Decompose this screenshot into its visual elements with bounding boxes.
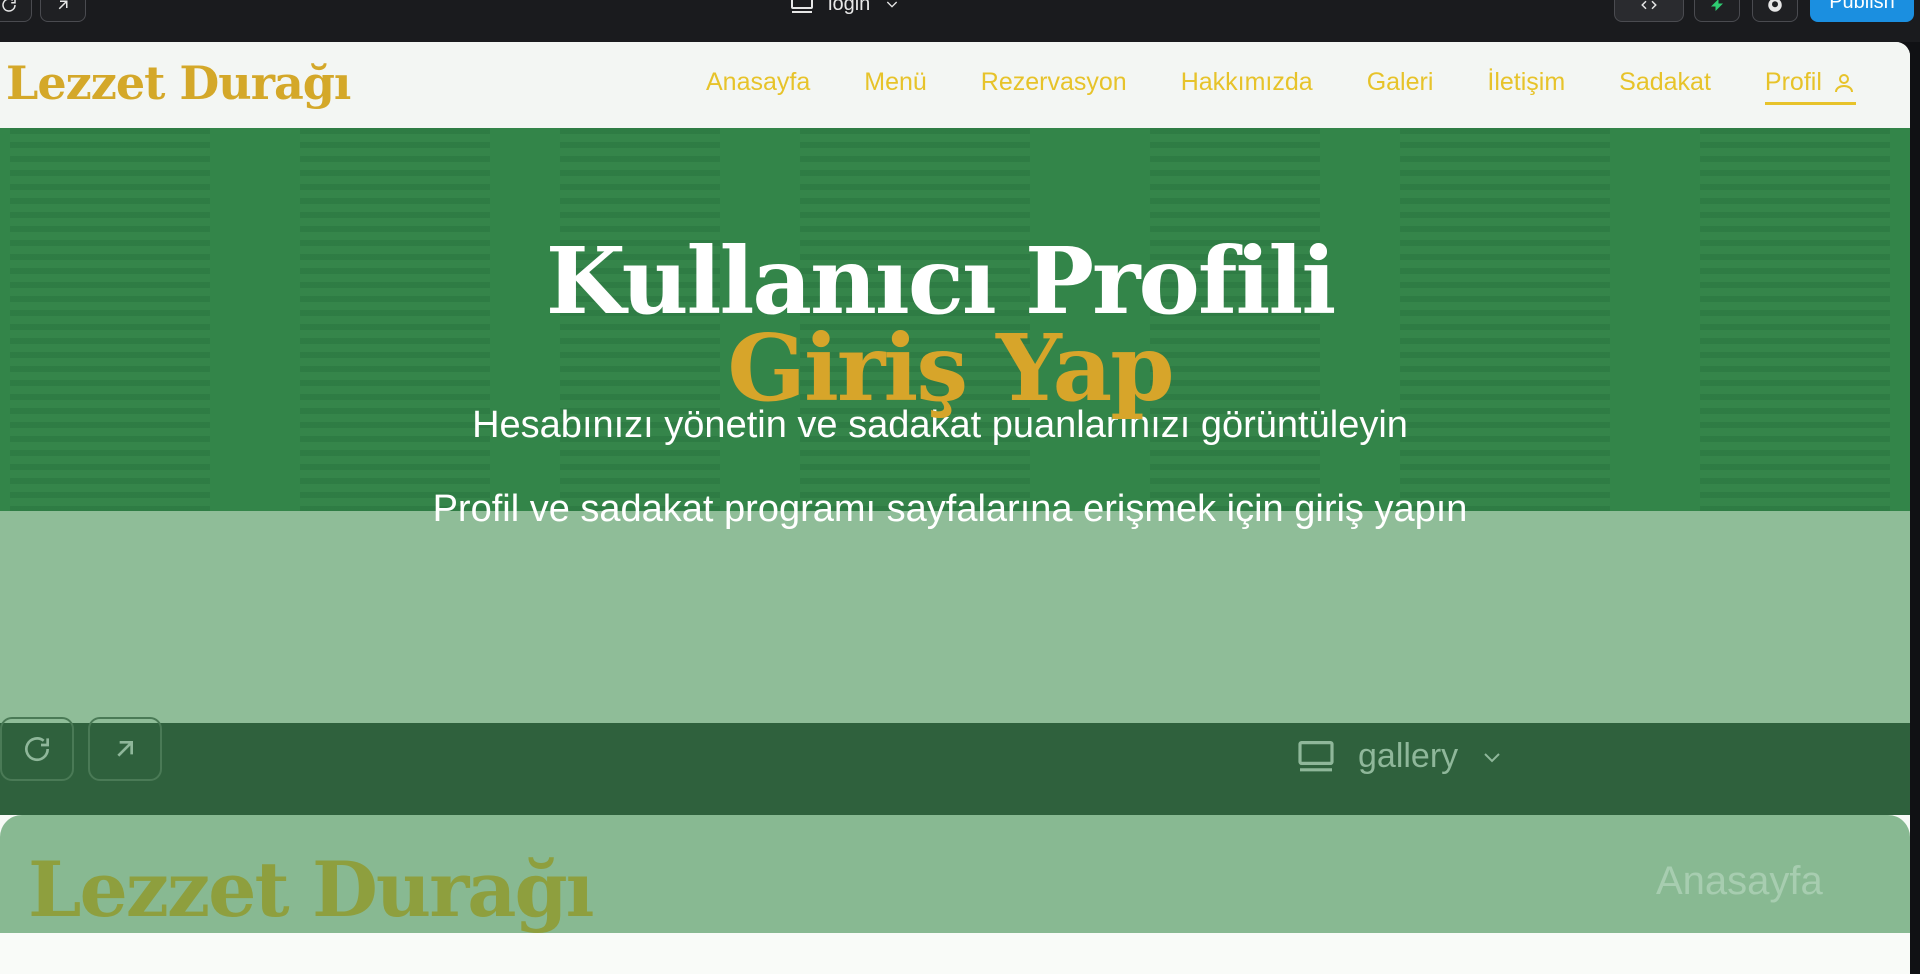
nav-link-contact[interactable]: İletişim [1487, 68, 1565, 97]
site-navbar: Lezzet Durağı Anasayfa Menü Rezervasyon … [0, 42, 1910, 128]
nav-link-about[interactable]: Hakkımızda [1181, 68, 1313, 97]
chevron-down-icon [1484, 752, 1500, 762]
open-external-button[interactable] [40, 0, 86, 22]
github-icon [1768, 0, 1782, 12]
github-button[interactable] [1752, 0, 1798, 22]
site-logo[interactable]: Lezzet Durağı [6, 56, 351, 110]
nav-link-profile-label: Profil [1764, 68, 1822, 96]
deploy-arrow-icon [1711, 0, 1723, 11]
nav-link-gallery[interactable]: Galeri [1367, 68, 1434, 97]
ghost-refresh-button [0, 717, 74, 781]
nav-link-loyalty[interactable]: Sadakat [1619, 68, 1711, 97]
ghost-page-selector-label: gallery [1358, 737, 1459, 775]
refresh-button[interactable] [0, 0, 32, 22]
deploy-button[interactable] [1694, 0, 1740, 22]
monitor-icon [791, 0, 813, 13]
login-title: Giriş Yap [727, 314, 1174, 422]
ghost-nav-home: Anasayfa [1656, 859, 1823, 903]
ghost-open-external-button [88, 717, 162, 781]
refresh-icon [2, 0, 16, 12]
monitor-icon [1298, 740, 1334, 771]
ghost-editor-toolbar: gallery [0, 717, 1910, 815]
page-selector-label: login [828, 0, 871, 15]
user-icon [1834, 73, 1853, 92]
bottom-strip [0, 933, 1910, 974]
nav-link-home[interactable]: Anasayfa [706, 68, 810, 97]
nav-link-profile[interactable]: Profil [1764, 68, 1856, 105]
site-preview: Lezzet Durağı Anasayfa Menü Rezervasyon … [0, 42, 1910, 974]
publish-button[interactable]: Publish [1810, 0, 1914, 22]
login-backdrop [0, 511, 1910, 723]
ghost-logo: Lezzet Durağı [28, 845, 594, 934]
arrow-up-right-icon [58, 0, 68, 10]
chevron-down-icon [887, 1, 898, 8]
arrow-up-right-icon [117, 741, 133, 757]
editor-toolbar: login Publish [0, 0, 1920, 42]
ghost-site-header: Lezzet Durağı Anasayfa [0, 815, 1910, 934]
code-icon [1641, 0, 1657, 10]
code-view-button[interactable] [1614, 0, 1684, 22]
nav-links: Anasayfa Menü Rezervasyon Hakkımızda Gal… [706, 68, 1856, 105]
nav-link-menu[interactable]: Menü [864, 68, 927, 97]
login-subtitle: Profil ve sadakat programı sayfalarına e… [432, 488, 1468, 530]
page-selector[interactable]: login [790, 0, 900, 16]
ghost-page-selector: gallery [1296, 737, 1504, 776]
nav-link-reservation[interactable]: Rezervasyon [981, 68, 1127, 97]
refresh-icon [25, 737, 50, 762]
